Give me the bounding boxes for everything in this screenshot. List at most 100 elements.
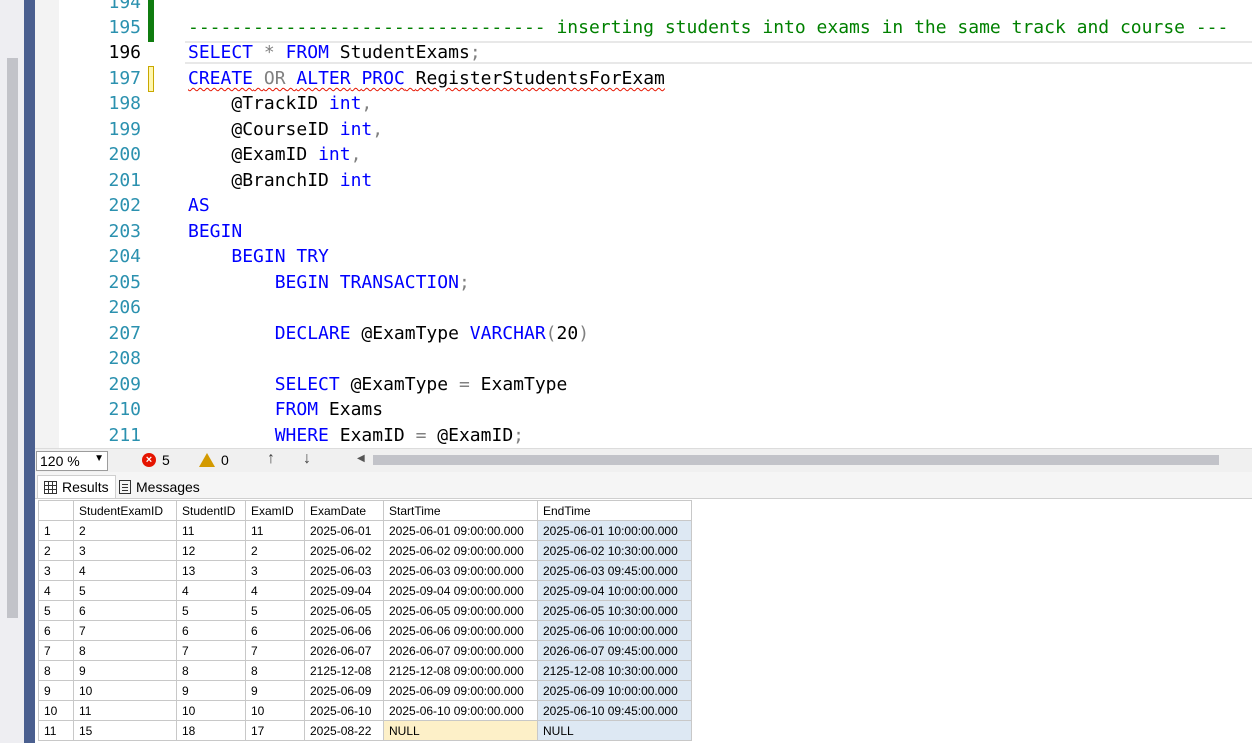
column-header[interactable]: ExamDate (304, 500, 384, 521)
grid-cell[interactable]: 2025-06-10 (304, 700, 384, 721)
grid-cell[interactable]: 2025-06-03 (304, 560, 384, 581)
table-row[interactable]: 4 5 4 4 2025-09-04 2025-09-04 09:00:00.000 202… (38, 580, 692, 601)
tab-results[interactable]: Results (37, 475, 116, 498)
grid-cell[interactable]: 2026-06-07 09:45:00.000 (537, 640, 692, 661)
error-count-indicator[interactable]: × 5 (142, 452, 170, 468)
table-row[interactable]: 8 9 8 8 2125-12-08 2125-12-08 09:00:00.000 212… (38, 660, 692, 681)
row-number[interactable]: 1 (38, 520, 74, 541)
grid-cell[interactable]: 6 (245, 620, 305, 641)
grid-cell[interactable]: 2025-08-22 (304, 720, 384, 741)
grid-cell[interactable]: 7 (245, 640, 305, 661)
scroll-left-icon[interactable]: ◀ (357, 453, 365, 464)
grid-cell[interactable]: 7 (176, 640, 246, 661)
grid-cell[interactable]: 2026-06-07 (304, 640, 384, 661)
grid-cell[interactable]: 5 (73, 580, 177, 601)
grid-cell[interactable]: 6 (73, 600, 177, 621)
grid-cell[interactable]: 2025-06-05 09:00:00.000 (383, 600, 538, 621)
grid-cell[interactable]: 2025-06-06 10:00:00.000 (537, 620, 692, 641)
grid-cell[interactable]: 2025-06-09 10:00:00.000 (537, 680, 692, 701)
column-header[interactable]: StudentExamID (73, 500, 177, 521)
grid-cell[interactable]: 10 (73, 680, 177, 701)
grid-cell[interactable]: 2025-09-04 10:00:00.000 (537, 580, 692, 601)
column-header[interactable]: EndTime (537, 500, 692, 521)
grid-cell[interactable]: 7 (73, 620, 177, 641)
grid-cell[interactable]: 11 (176, 520, 246, 541)
grid-cell[interactable]: 2025-06-02 09:00:00.000 (383, 540, 538, 561)
grid-cell[interactable]: 2 (245, 540, 305, 561)
row-number[interactable]: 10 (38, 700, 74, 721)
table-row[interactable]: 11 15 18 17 2025-08-22 NULL NULL (38, 720, 692, 741)
row-number[interactable]: 8 (38, 660, 74, 681)
grid-cell[interactable]: 2125-12-08 09:00:00.000 (383, 660, 538, 681)
grid-cell[interactable]: 10 (176, 700, 246, 721)
column-header[interactable]: StartTime (383, 500, 538, 521)
arrow-up-icon[interactable]: ↑ (267, 450, 275, 468)
grid-cell[interactable]: 8 (73, 640, 177, 661)
outer-scrollbar[interactable] (7, 58, 18, 618)
row-number[interactable]: 3 (38, 560, 74, 581)
grid-cell[interactable]: 12 (176, 540, 246, 561)
grid-cell[interactable]: 2025-06-06 (304, 620, 384, 641)
tab-messages[interactable]: Messages (113, 476, 206, 497)
arrow-down-icon[interactable]: ↓ (303, 450, 311, 468)
results-grid[interactable]: StudentExamID StudentID ExamID ExamDate … (38, 500, 692, 741)
grid-cell[interactable]: 5 (245, 600, 305, 621)
table-row[interactable]: 6 7 6 6 2025-06-06 2025-06-06 09:00:00.000 202… (38, 620, 692, 641)
column-header[interactable]: StudentID (176, 500, 246, 521)
grid-cell[interactable]: 2025-09-04 09:00:00.000 (383, 580, 538, 601)
grid-cell[interactable]: 6 (176, 620, 246, 641)
grid-cell[interactable]: 10 (245, 700, 305, 721)
grid-cell[interactable]: 15 (73, 720, 177, 741)
grid-cell[interactable]: 11 (73, 700, 177, 721)
grid-cell[interactable]: NULL (383, 720, 538, 741)
grid-cell[interactable]: 8 (245, 660, 305, 681)
grid-cell[interactable]: 9 (73, 660, 177, 681)
row-number[interactable]: 4 (38, 580, 74, 601)
row-number[interactable]: 7 (38, 640, 74, 661)
grid-cell[interactable]: 17 (245, 720, 305, 741)
grid-cell[interactable]: 4 (176, 580, 246, 601)
row-number[interactable]: 5 (38, 600, 74, 621)
grid-cell[interactable]: 2025-06-06 09:00:00.000 (383, 620, 538, 641)
grid-cell[interactable]: 2025-09-04 (304, 580, 384, 601)
grid-cell[interactable]: 2025-06-05 10:30:00.000 (537, 600, 692, 621)
horizontal-scrollbar[interactable] (373, 455, 1219, 465)
table-row[interactable]: 2 3 12 2 2025-06-02 2025-06-02 09:00:00.000 20… (38, 540, 692, 561)
row-number[interactable]: 11 (38, 720, 74, 741)
grid-cell[interactable]: 4 (245, 580, 305, 601)
grid-cell[interactable]: 2025-06-05 (304, 600, 384, 621)
grid-cell[interactable]: 2025-06-10 09:45:00.000 (537, 700, 692, 721)
grid-cell[interactable]: 5 (176, 600, 246, 621)
grid-cell[interactable]: 2025-06-01 (304, 520, 384, 541)
column-header[interactable]: ExamID (245, 500, 305, 521)
grid-corner[interactable] (38, 500, 74, 521)
grid-cell[interactable]: 2 (73, 520, 177, 541)
grid-cell[interactable]: 8 (176, 660, 246, 681)
table-row[interactable]: 10 11 10 10 2025-06-10 2025-06-10 09:00:00.00… (38, 700, 692, 721)
grid-cell[interactable]: 2026-06-07 09:00:00.000 (383, 640, 538, 661)
grid-cell[interactable]: 2025-06-03 09:45:00.000 (537, 560, 692, 581)
grid-cell[interactable]: 2025-06-01 10:00:00.000 (537, 520, 692, 541)
table-row[interactable]: 5 6 5 5 2025-06-05 2025-06-05 09:00:00.000 202… (38, 600, 692, 621)
grid-cell[interactable]: 13 (176, 560, 246, 581)
table-row[interactable]: 3 4 13 3 2025-06-03 2025-06-03 09:00:00.000 20… (38, 560, 692, 581)
sql-editor[interactable]: 194 195 --------------------------------… (35, 0, 1252, 448)
grid-cell[interactable]: 2125-12-08 (304, 660, 384, 681)
grid-cell[interactable]: 2025-06-02 (304, 540, 384, 561)
table-row[interactable]: 7 8 7 7 2026-06-07 2026-06-07 09:00:00.000 202… (38, 640, 692, 661)
grid-cell[interactable]: 2025-06-09 09:00:00.000 (383, 680, 538, 701)
grid-cell[interactable]: 2025-06-03 09:00:00.000 (383, 560, 538, 581)
grid-cell[interactable]: 9 (245, 680, 305, 701)
grid-cell[interactable]: 2025-06-01 09:00:00.000 (383, 520, 538, 541)
grid-cell[interactable]: 11 (245, 520, 305, 541)
grid-cell[interactable]: 18 (176, 720, 246, 741)
table-row[interactable]: 9 10 9 9 2025-06-09 2025-06-09 09:00:00.000 20… (38, 680, 692, 701)
grid-cell[interactable]: 2025-06-10 09:00:00.000 (383, 700, 538, 721)
grid-cell[interactable]: 2025-06-02 10:30:00.000 (537, 540, 692, 561)
row-number[interactable]: 6 (38, 620, 74, 641)
grid-cell[interactable]: 2025-06-09 (304, 680, 384, 701)
row-number[interactable]: 2 (38, 540, 74, 561)
warning-count-indicator[interactable]: 0 (199, 452, 229, 468)
grid-cell[interactable]: 2125-12-08 10:30:00.000 (537, 660, 692, 681)
grid-cell[interactable]: 9 (176, 680, 246, 701)
